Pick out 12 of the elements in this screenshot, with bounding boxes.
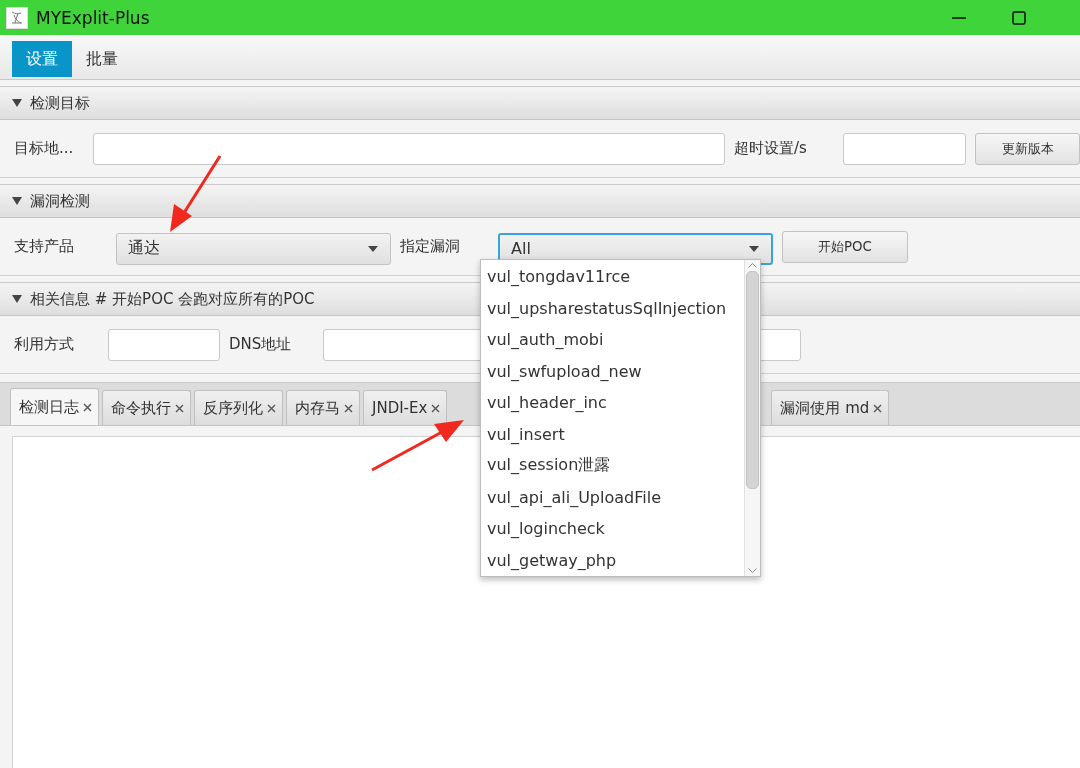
dropdown-value: All	[511, 239, 531, 258]
section-title: 相关信息 # 开始POC 会跑对应所有的POC	[30, 289, 315, 309]
section-title: 检测目标	[30, 93, 90, 113]
field-label: 支持产品	[14, 237, 75, 256]
field-label: 目标地...	[14, 139, 75, 158]
field-label: 利用方式	[14, 335, 75, 354]
field-label: 指定漏洞	[400, 237, 461, 256]
dropdown-value: 通达	[128, 238, 160, 259]
section-title: 漏洞检测	[30, 191, 90, 211]
field-label: DNS地址	[229, 335, 293, 354]
window-title: MYExplit-Plus	[36, 7, 151, 28]
field-label: 超时设置/s	[734, 139, 808, 158]
